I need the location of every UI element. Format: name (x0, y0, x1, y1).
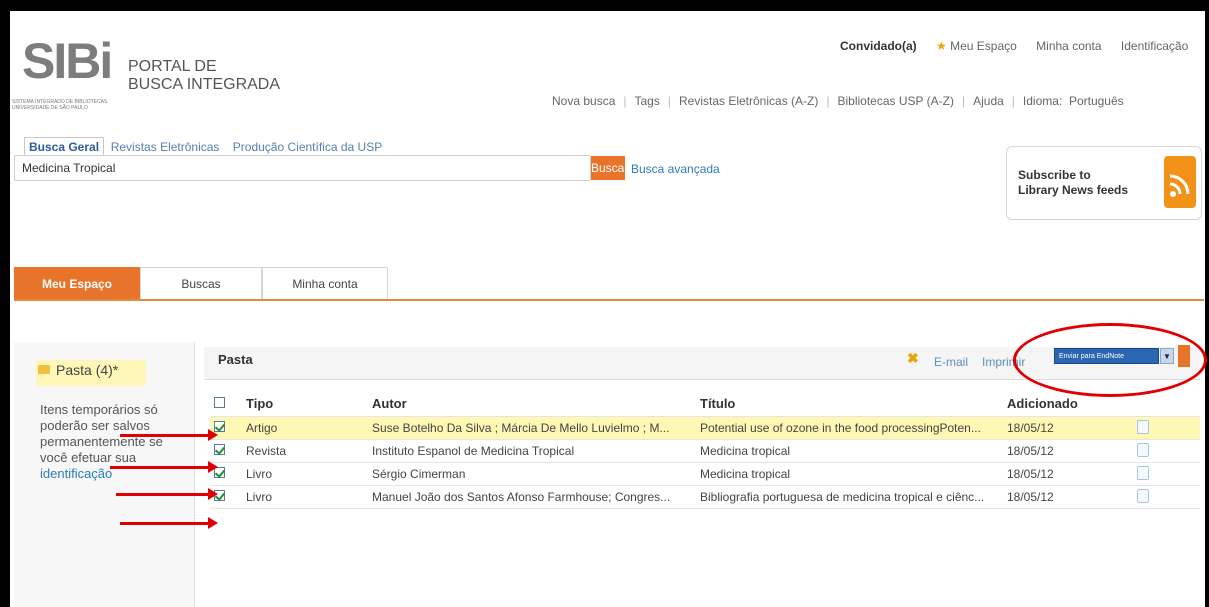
meu-espaco-link[interactable]: Meu Espaço (950, 39, 1017, 53)
email-link[interactable]: E-mail (934, 355, 968, 369)
tab-underline (14, 299, 1204, 301)
cell-note (1133, 439, 1200, 463)
column-tipo[interactable]: Tipo (242, 390, 368, 417)
minha-conta-link[interactable]: Minha conta (1036, 39, 1101, 53)
search-button[interactable]: Buscar (591, 156, 628, 180)
note-icon[interactable] (1137, 488, 1149, 503)
nav-separator: | (961, 94, 966, 108)
cell-adicionado: 18/05/12 (1003, 439, 1133, 463)
folder-label[interactable]: Pasta (4)* (56, 362, 118, 378)
remove-icon[interactable]: ✖ (907, 350, 919, 367)
column-notes (1133, 390, 1200, 417)
nav-idioma-label: Idioma: (1022, 94, 1063, 108)
table-row[interactable]: Livro Sérgio Cimerman Medicina tropical … (210, 462, 1200, 486)
note-icon[interactable] (1137, 442, 1149, 457)
note-icon[interactable] (1137, 465, 1149, 480)
results-table: Tipo Autor Título Adicionado Artigo Suse… (210, 390, 1200, 509)
cell-titulo[interactable]: Potential use of ozone in the food proce… (696, 416, 1003, 440)
cell-autor: Manuel João dos Santos Afonso Farmhouse;… (368, 485, 696, 509)
cell-adicionado: 18/05/12 (1003, 485, 1133, 509)
sibi-logo: SIBi (22, 33, 113, 89)
annotation-arrow (120, 517, 218, 529)
cell-tipo: Revista (242, 439, 368, 463)
table-row[interactable]: Revista Instituto Espanol de Medicina Tr… (210, 439, 1200, 463)
star-icon: ★ (936, 39, 947, 53)
logo-subtitle-line2: UNIVERSIDADE DE SÃO PAULO (12, 105, 88, 111)
folder-icon (38, 365, 50, 374)
cell-titulo[interactable]: Bibliografia portuguesa de medicina trop… (696, 485, 1003, 509)
column-titulo[interactable]: Título (696, 390, 1003, 417)
annotation-ellipse (1013, 323, 1207, 397)
logo-subtitle: SISTEMA INTEGRADO DE BIBLIOTECAS UNIVERS… (12, 99, 122, 111)
nav-tags[interactable]: Tags (635, 94, 660, 108)
rss-icon[interactable] (1164, 156, 1196, 208)
annotation-arrow (116, 488, 218, 500)
cell-tipo: Livro (242, 485, 368, 509)
advanced-search-link[interactable]: Busca avançada (631, 162, 720, 176)
cell-autor: Sérgio Cimerman (368, 462, 696, 486)
cell-autor: Instituto Espanol de Medicina Tropical (368, 439, 696, 463)
tab-meu-espaco[interactable]: Meu Espaço (14, 267, 140, 300)
cell-note (1133, 462, 1200, 486)
note-icon[interactable] (1137, 419, 1149, 434)
nav-separator: | (623, 94, 627, 108)
nav-ajuda[interactable]: Ajuda (973, 94, 1004, 108)
nav-separator: | (826, 94, 830, 108)
tab-producao-cientifica[interactable]: Produção Científica da USP (233, 140, 382, 154)
guest-user-label: Convidado(a) (840, 39, 917, 53)
tab-busca-geral[interactable]: Busca Geral (24, 137, 105, 156)
rss-text-line2: Library News feeds (1018, 183, 1129, 197)
row-checkbox[interactable] (214, 444, 225, 455)
nav-separator: | (1011, 94, 1015, 108)
user-links: Convidado(a) ★ Meu Espaço Minha conta Id… (840, 39, 1188, 53)
nav-separator: | (667, 94, 671, 108)
table-row[interactable]: Livro Manuel João dos Santos Afonso Farm… (210, 485, 1200, 509)
cell-titulo[interactable]: Medicina tropical (696, 462, 1003, 486)
portal-title: PORTAL DE BUSCA INTEGRADA (128, 58, 280, 94)
select-all-checkbox[interactable] (214, 396, 225, 408)
cell-tipo: Artigo (242, 416, 368, 440)
cell-titulo[interactable]: Medicina tropical (696, 439, 1003, 463)
results-title: Pasta (218, 352, 253, 367)
tab-buscas[interactable]: Buscas (140, 267, 262, 300)
search-tabs: Busca Geral Revistas Eletrônicas Produçã… (24, 137, 382, 156)
cell-adicionado: 18/05/12 (1003, 416, 1133, 440)
portal-title-line2: BUSCA INTEGRADA (128, 76, 281, 93)
table-row[interactable]: Artigo Suse Botelho Da Silva ; Márcia De… (210, 416, 1200, 440)
identificacao-note-link[interactable]: identificação (40, 466, 112, 481)
cell-autor: Suse Botelho Da Silva ; Márcia De Mello … (368, 416, 696, 440)
portal-title-line1: PORTAL DE (128, 58, 217, 75)
column-adicionado[interactable]: Adicionado (1003, 390, 1133, 417)
row-checkbox-cell (210, 439, 242, 463)
rss-text: Subscribe to Library News feeds (1018, 168, 1128, 198)
annotation-arrow (110, 461, 218, 473)
identificacao-link[interactable]: Identificação (1121, 39, 1188, 53)
temporary-items-note: Itens temporários só poderão ser salvos … (40, 402, 186, 482)
column-autor[interactable]: Autor (368, 390, 696, 417)
tab-revistas-eletronicas[interactable]: Revistas Eletrônicas (111, 140, 220, 154)
tab-minha-conta[interactable]: Minha conta (262, 267, 388, 300)
annotation-arrow (120, 429, 218, 441)
table-header-row: Tipo Autor Título Adicionado (210, 390, 1200, 417)
cell-tipo: Livro (242, 462, 368, 486)
nav-bibliotecas[interactable]: Bibliotecas USP (A-Z) (837, 94, 953, 108)
cell-note (1133, 416, 1200, 440)
cell-note (1133, 485, 1200, 509)
nav-nova-busca[interactable]: Nova busca (552, 94, 615, 108)
nav-idioma-value[interactable]: Português (1069, 94, 1124, 108)
rss-text-line1: Subscribe to (1018, 168, 1091, 182)
select-all-cell (210, 390, 242, 417)
main-nav: Nova busca | Tags | Revistas Eletrônicas (A-… (552, 94, 1124, 108)
search-input-value: Medicina Tropical (22, 161, 116, 175)
cell-adicionado: 18/05/12 (1003, 462, 1133, 486)
nav-revistas[interactable]: Revistas Eletrônicas (A-Z) (679, 94, 818, 108)
